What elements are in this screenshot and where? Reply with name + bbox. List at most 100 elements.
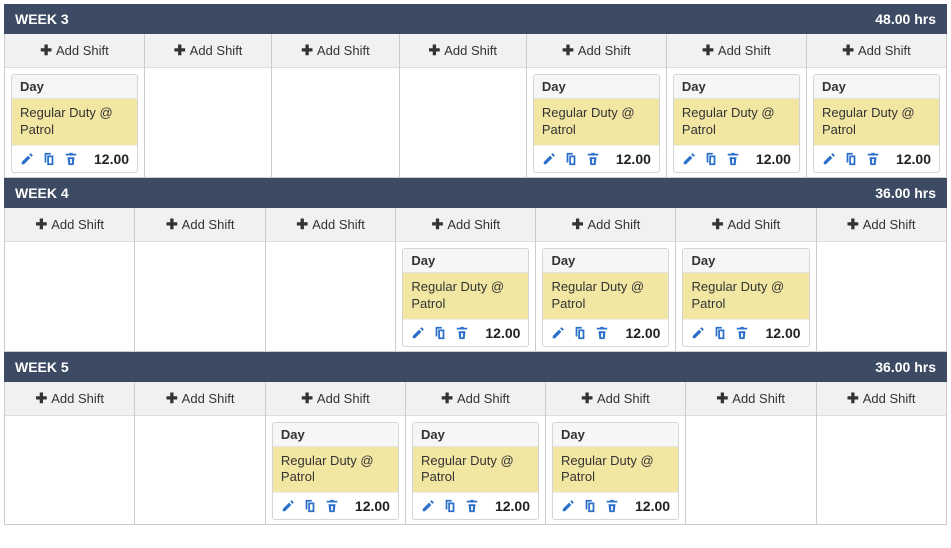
edit-icon[interactable] xyxy=(421,499,435,513)
shift-label: Day xyxy=(534,75,659,99)
copy-icon[interactable] xyxy=(844,152,858,166)
shift-hours: 12.00 xyxy=(625,325,660,341)
week-title: WEEK 5 xyxy=(15,359,69,375)
add-shift-button[interactable]: ✚Add Shift xyxy=(807,34,946,68)
edit-icon[interactable] xyxy=(822,152,836,166)
shift-description: Regular Duty @ Patrol xyxy=(553,447,678,493)
shift-hours: 12.00 xyxy=(485,325,520,341)
edit-icon[interactable] xyxy=(682,152,696,166)
add-shift-button[interactable]: ✚Add Shift xyxy=(546,382,685,416)
copy-icon[interactable] xyxy=(443,499,457,513)
shift-footer: 12.00 xyxy=(413,492,538,519)
plus-icon: ✚ xyxy=(166,216,178,233)
shift-hours: 12.00 xyxy=(94,151,129,167)
copy-icon[interactable] xyxy=(42,152,56,166)
shift-description: Regular Duty @ Patrol xyxy=(413,447,538,493)
copy-icon[interactable] xyxy=(433,326,447,340)
shift-card: DayRegular Duty @ Patrol12.00 xyxy=(682,248,809,347)
plus-icon: ✚ xyxy=(301,42,313,59)
day-column: ✚Add Shift xyxy=(686,382,816,526)
delete-icon[interactable] xyxy=(455,326,469,340)
add-shift-button[interactable]: ✚Add Shift xyxy=(676,208,815,242)
add-shift-label: Add Shift xyxy=(858,43,911,58)
add-shift-label: Add Shift xyxy=(863,217,916,232)
add-shift-button[interactable]: ✚Add Shift xyxy=(400,34,526,68)
week-header: WEEK 436.00 hrs xyxy=(4,178,947,208)
delete-icon[interactable] xyxy=(605,499,619,513)
delete-icon[interactable] xyxy=(465,499,479,513)
plus-icon: ✚ xyxy=(166,390,178,407)
day-column: ✚Add ShiftDayRegular Duty @ Patrol12.00 xyxy=(536,208,676,352)
day-column: ✚Add ShiftDayRegular Duty @ Patrol12.00 xyxy=(807,34,947,178)
plus-icon: ✚ xyxy=(35,216,47,233)
add-shift-button[interactable]: ✚Add Shift xyxy=(527,34,666,68)
plus-icon: ✚ xyxy=(432,216,444,233)
copy-icon[interactable] xyxy=(564,152,578,166)
edit-icon[interactable] xyxy=(411,326,425,340)
edit-icon[interactable] xyxy=(561,499,575,513)
copy-icon[interactable] xyxy=(583,499,597,513)
add-shift-label: Add Shift xyxy=(718,43,771,58)
delete-icon[interactable] xyxy=(325,499,339,513)
day-column: ✚Add Shift xyxy=(817,208,947,352)
day-column: ✚Add Shift xyxy=(145,34,272,178)
add-shift-button[interactable]: ✚Add Shift xyxy=(145,34,271,68)
add-shift-label: Add Shift xyxy=(317,43,370,58)
add-shift-button[interactable]: ✚Add Shift xyxy=(667,34,806,68)
plus-icon: ✚ xyxy=(296,216,308,233)
day-column: ✚Add Shift DayRegular Duty @ Patrol12.00 xyxy=(676,208,816,352)
week-header: WEEK 536.00 hrs xyxy=(4,352,947,382)
day-column: ✚Add ShiftDayRegular Duty @ Patrol12.00 xyxy=(406,382,546,526)
add-shift-button[interactable]: ✚Add Shift xyxy=(5,382,134,416)
copy-icon[interactable] xyxy=(303,499,317,513)
add-shift-label: Add Shift xyxy=(312,217,365,232)
shift-label: Day xyxy=(814,75,939,99)
add-shift-button[interactable]: ✚Add Shift xyxy=(817,208,946,242)
add-shift-button[interactable]: ✚Add Shift xyxy=(266,382,405,416)
add-shift-label: Add Shift xyxy=(457,391,510,406)
shift-hours: 12.00 xyxy=(896,151,931,167)
plus-icon: ✚ xyxy=(301,390,313,407)
shift-description: Regular Duty @ Patrol xyxy=(534,99,659,145)
delete-icon[interactable] xyxy=(595,326,609,340)
shift-description: Regular Duty @ Patrol xyxy=(543,273,668,319)
copy-icon[interactable] xyxy=(704,152,718,166)
week-grid: ✚Add ShiftDayRegular Duty @ Patrol12.00✚… xyxy=(4,34,947,178)
shift-label: Day xyxy=(553,423,678,447)
copy-icon[interactable] xyxy=(573,326,587,340)
add-shift-button[interactable]: ✚ Add Shift xyxy=(272,34,398,68)
day-column: ✚Add Shift DayRegular Duty @ Patrol 12.00 xyxy=(5,34,145,178)
plus-icon: ✚ xyxy=(847,390,859,407)
shift-footer: 12.00 xyxy=(543,319,668,346)
delete-icon[interactable] xyxy=(586,152,600,166)
shift-description: Regular Duty @ Patrol xyxy=(12,99,137,145)
edit-icon[interactable] xyxy=(691,326,705,340)
add-shift-button[interactable]: ✚Add Shift xyxy=(5,34,144,68)
add-shift-button[interactable]: ✚Add Shift xyxy=(536,208,675,242)
plus-icon: ✚ xyxy=(572,216,584,233)
shift-label: Day xyxy=(12,75,137,99)
delete-icon[interactable] xyxy=(726,152,740,166)
day-column: ✚Add Shift xyxy=(400,34,527,178)
add-shift-button[interactable]: ✚Add Shift xyxy=(817,382,946,416)
edit-icon[interactable] xyxy=(542,152,556,166)
add-shift-button[interactable]: ✚Add Shift xyxy=(396,208,535,242)
edit-icon[interactable] xyxy=(281,499,295,513)
delete-icon[interactable] xyxy=(64,152,78,166)
add-shift-button[interactable]: ✚Add Shift xyxy=(5,208,134,242)
copy-icon[interactable] xyxy=(713,326,727,340)
add-shift-label: Add Shift xyxy=(578,43,631,58)
add-shift-label: Add Shift xyxy=(727,217,780,232)
edit-icon[interactable] xyxy=(20,152,34,166)
add-shift-button[interactable]: ✚ Add Shift xyxy=(266,208,395,242)
day-column: ✚Add ShiftDayRegular Duty @ Patrol12.00 xyxy=(266,382,406,526)
edit-icon[interactable] xyxy=(551,326,565,340)
delete-icon[interactable] xyxy=(735,326,749,340)
add-shift-button[interactable]: ✚Add Shift xyxy=(406,382,545,416)
delete-icon[interactable] xyxy=(866,152,880,166)
add-shift-button[interactable]: ✚Add Shift xyxy=(686,382,815,416)
shift-footer: 12.00 xyxy=(674,145,799,172)
add-shift-button[interactable]: ✚Add Shift xyxy=(135,208,264,242)
plus-icon: ✚ xyxy=(581,390,593,407)
add-shift-button[interactable]: ✚Add Shift xyxy=(135,382,264,416)
